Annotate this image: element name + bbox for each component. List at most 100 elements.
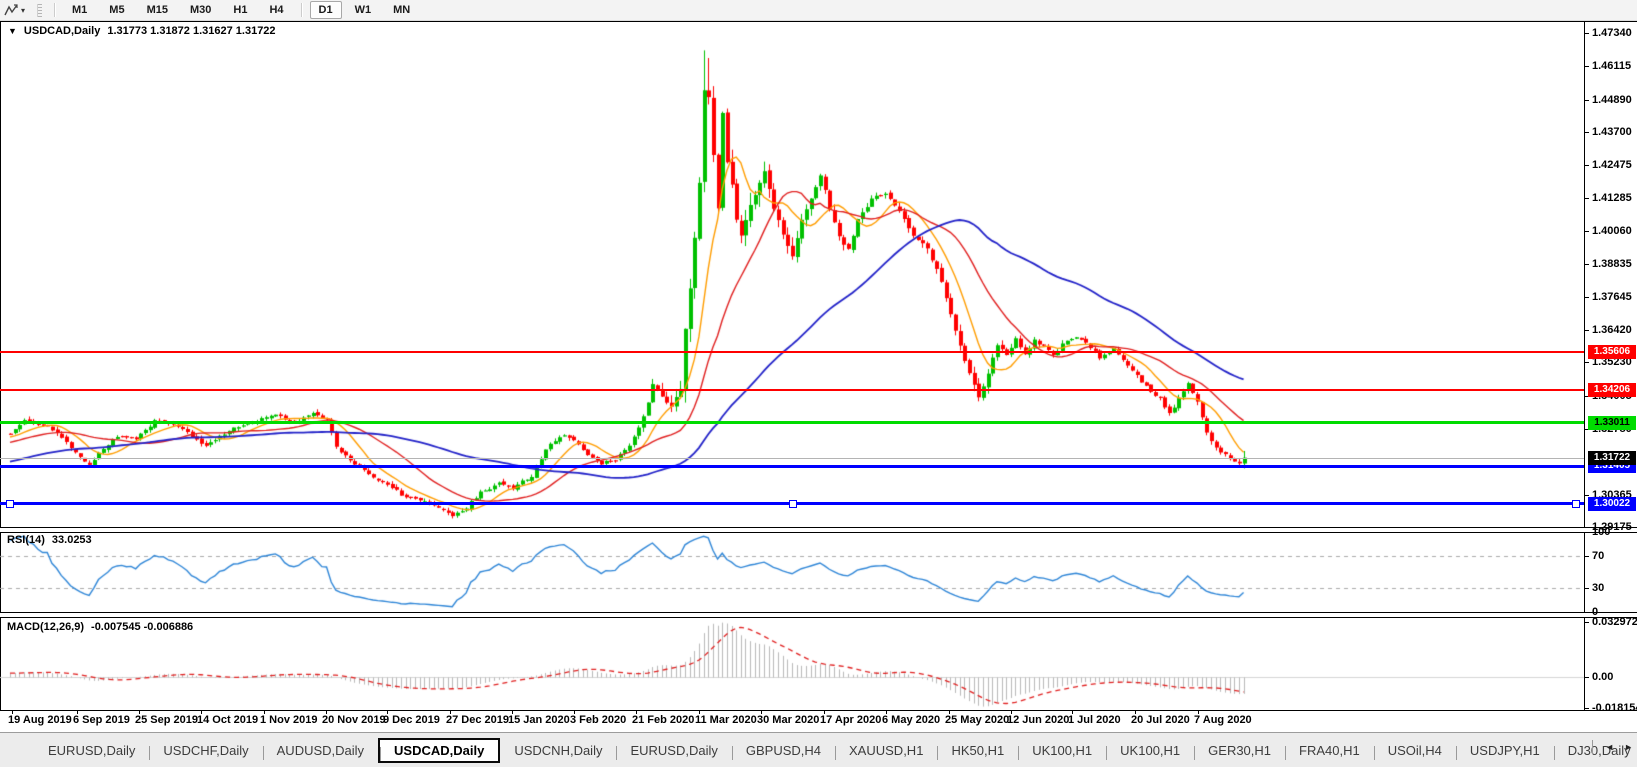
resistance-line-2[interactable]	[0, 389, 1584, 391]
rsi-value: 33.0253	[52, 534, 92, 546]
bid-price-line	[0, 458, 1584, 459]
chart-tab-eurusd-daily[interactable]: EURUSD,Daily	[616, 739, 731, 762]
price-tick-label: 1.46115	[1592, 61, 1631, 72]
chart-tab-uk100-h1[interactable]: UK100,H1	[1106, 739, 1194, 762]
resistance-line-1[interactable]	[0, 351, 1584, 353]
support-line-1[interactable]	[0, 465, 1584, 468]
date-label[interactable]: 30 Mar 2020	[757, 714, 819, 726]
rsi-tick-dash	[1584, 532, 1589, 533]
chart-tab-usdcad-daily[interactable]: USDCAD,Daily	[378, 738, 500, 763]
price-tick-dash	[1584, 198, 1589, 199]
timeframe-button-m1[interactable]: M1	[63, 1, 96, 19]
toolbar-separator	[301, 3, 302, 17]
chart-tab-usdchf-daily[interactable]: USDCHF,Daily	[149, 739, 262, 762]
timeframe-button-mn[interactable]: MN	[384, 1, 419, 19]
support-line-2-handle[interactable]	[6, 500, 14, 508]
date-label[interactable]: 6 May 2020	[882, 714, 940, 726]
price-tick-dash	[1584, 132, 1589, 133]
resistance-line-2-price-badge: 1.34206	[1588, 383, 1636, 397]
timeframe-button-d1[interactable]: D1	[310, 1, 342, 19]
tool-button[interactable]: ▾	[0, 3, 29, 18]
chart-tab-xauusd-h1[interactable]: XAUUSD,H1	[835, 739, 937, 762]
chevron-down-icon[interactable]: ▾	[21, 6, 25, 15]
price-tick-label: 1.43700	[1592, 127, 1632, 138]
date-label[interactable]: 25 Sep 2019	[135, 714, 198, 726]
rsi-tick-dash	[1584, 556, 1589, 557]
pivot-line[interactable]	[0, 421, 1584, 424]
chart-tab-audusd-daily[interactable]: AUDUSD,Daily	[263, 739, 378, 762]
date-label[interactable]: 1 Jul 2020	[1068, 714, 1121, 726]
timeframe-toolbar: ▾ M1M5 M15M30H1H4 D1W1MN	[0, 0, 1637, 21]
collapse-chart-icon[interactable]: ▼	[8, 26, 17, 38]
date-label[interactable]: 20 Nov 2019	[322, 714, 386, 726]
date-label[interactable]: 15 Jan 2020	[508, 714, 570, 726]
support-line-2-price-badge: 1.30022	[1588, 497, 1636, 511]
rsi-tick-label: 100	[1592, 527, 1610, 538]
price-tick-dash	[1584, 495, 1589, 496]
date-label[interactable]: 25 May 2020	[945, 714, 1009, 726]
rsi-tick-label: 30	[1592, 583, 1604, 594]
timeframe-button-h4[interactable]: H4	[260, 1, 292, 19]
price-tick-label: 1.36420	[1592, 325, 1632, 336]
macd-tick-label: 0.032972	[1592, 617, 1637, 628]
tab-scroll-separator	[1592, 740, 1593, 754]
chart-tab-usdjpy-h1[interactable]: USDJPY,H1	[1456, 739, 1554, 762]
macd-tick-label: 0.00	[1592, 672, 1613, 683]
date-label[interactable]: 9 Dec 2019	[383, 714, 440, 726]
price-tick-dash	[1584, 297, 1589, 298]
date-label[interactable]: 21 Feb 2020	[632, 714, 694, 726]
price-tick-dash	[1584, 362, 1589, 363]
crosshair-tool-icon	[4, 4, 19, 17]
support-line-2-handle[interactable]	[789, 500, 797, 508]
price-tick-label: 1.38835	[1592, 259, 1632, 270]
date-label[interactable]: 12 Jun 2020	[1007, 714, 1069, 726]
chart-tab-gbpusd-h4[interactable]: GBPUSD,H4	[732, 739, 835, 762]
resistance-line-1-price-badge: 1.35606	[1588, 345, 1636, 359]
rsi-title: RSI(14) 33.0253	[7, 534, 92, 546]
price-tick-label: 1.47340	[1592, 28, 1632, 39]
rsi-tick-label: 70	[1592, 551, 1604, 562]
chart-tab-ger30-h1[interactable]: GER30,H1	[1194, 739, 1285, 762]
date-label[interactable]: 11 Mar 2020	[695, 714, 757, 726]
timeframe-button-w1[interactable]: W1	[346, 1, 381, 19]
rsi-tick-dash	[1584, 588, 1589, 589]
chart-tab-eurusd-daily[interactable]: EURUSD,Daily	[34, 739, 149, 762]
date-label[interactable]: 14 Oct 2019	[197, 714, 258, 726]
chart-symbol-period: USDCAD,Daily	[24, 25, 100, 37]
date-label[interactable]: 3 Feb 2020	[570, 714, 626, 726]
chart-tab-usoil-h4[interactable]: USOil,H4	[1374, 739, 1456, 762]
chart-canvas[interactable]	[0, 22, 1584, 711]
chart-tab-uk100-h1[interactable]: UK100,H1	[1018, 739, 1106, 762]
date-label[interactable]: 1 Nov 2019	[260, 714, 317, 726]
scroll-left-icon[interactable]: ◄	[1605, 740, 1614, 754]
date-label[interactable]: 20 Jul 2020	[1131, 714, 1190, 726]
macd-tick-dash	[1584, 708, 1589, 709]
timeframe-button-m15[interactable]: M15	[138, 1, 177, 19]
price-tick-dash	[1584, 66, 1589, 67]
date-label[interactable]: 17 Apr 2020	[820, 714, 881, 726]
price-tick-dash	[1584, 330, 1589, 331]
support-line-2-handle[interactable]	[1572, 500, 1580, 508]
date-label[interactable]: 7 Aug 2020	[1194, 714, 1252, 726]
timeframe-button-h1[interactable]: H1	[224, 1, 256, 19]
price-tick-dash	[1584, 165, 1589, 166]
timeframe-buttons: M1M5 M15M30H1H4 D1W1MN	[61, 1, 421, 19]
scroll-right-icon[interactable]: ►	[1624, 740, 1633, 754]
timeframe-button-m30[interactable]: M30	[181, 1, 220, 19]
toolbar-grip	[37, 4, 42, 17]
price-tick-label: 1.37645	[1592, 292, 1632, 303]
timeframe-button-m5[interactable]: M5	[100, 1, 133, 19]
chart-title: ▼ USDCAD,Daily 1.31773 1.31872 1.31627 1…	[8, 25, 276, 37]
date-label[interactable]: 6 Sep 2019	[73, 714, 130, 726]
price-tick-label: 1.41285	[1592, 193, 1632, 204]
chart-tab-usdcnh-daily[interactable]: USDCNH,Daily	[500, 739, 616, 762]
price-tick-label: 1.40060	[1592, 226, 1632, 237]
macd-tick-label: -0.018154	[1592, 703, 1637, 714]
chart-ohlc-values: 1.31773 1.31872 1.31627 1.31722	[107, 25, 275, 37]
date-label[interactable]: 19 Aug 2019	[8, 714, 72, 726]
chart-tab-hk50-h1[interactable]: HK50,H1	[937, 739, 1018, 762]
rsi-tick-dash	[1584, 612, 1589, 613]
toolbar-separator	[54, 3, 55, 17]
chart-tab-fra40-h1[interactable]: FRA40,H1	[1285, 739, 1374, 762]
date-label[interactable]: 27 Dec 2019	[446, 714, 509, 726]
